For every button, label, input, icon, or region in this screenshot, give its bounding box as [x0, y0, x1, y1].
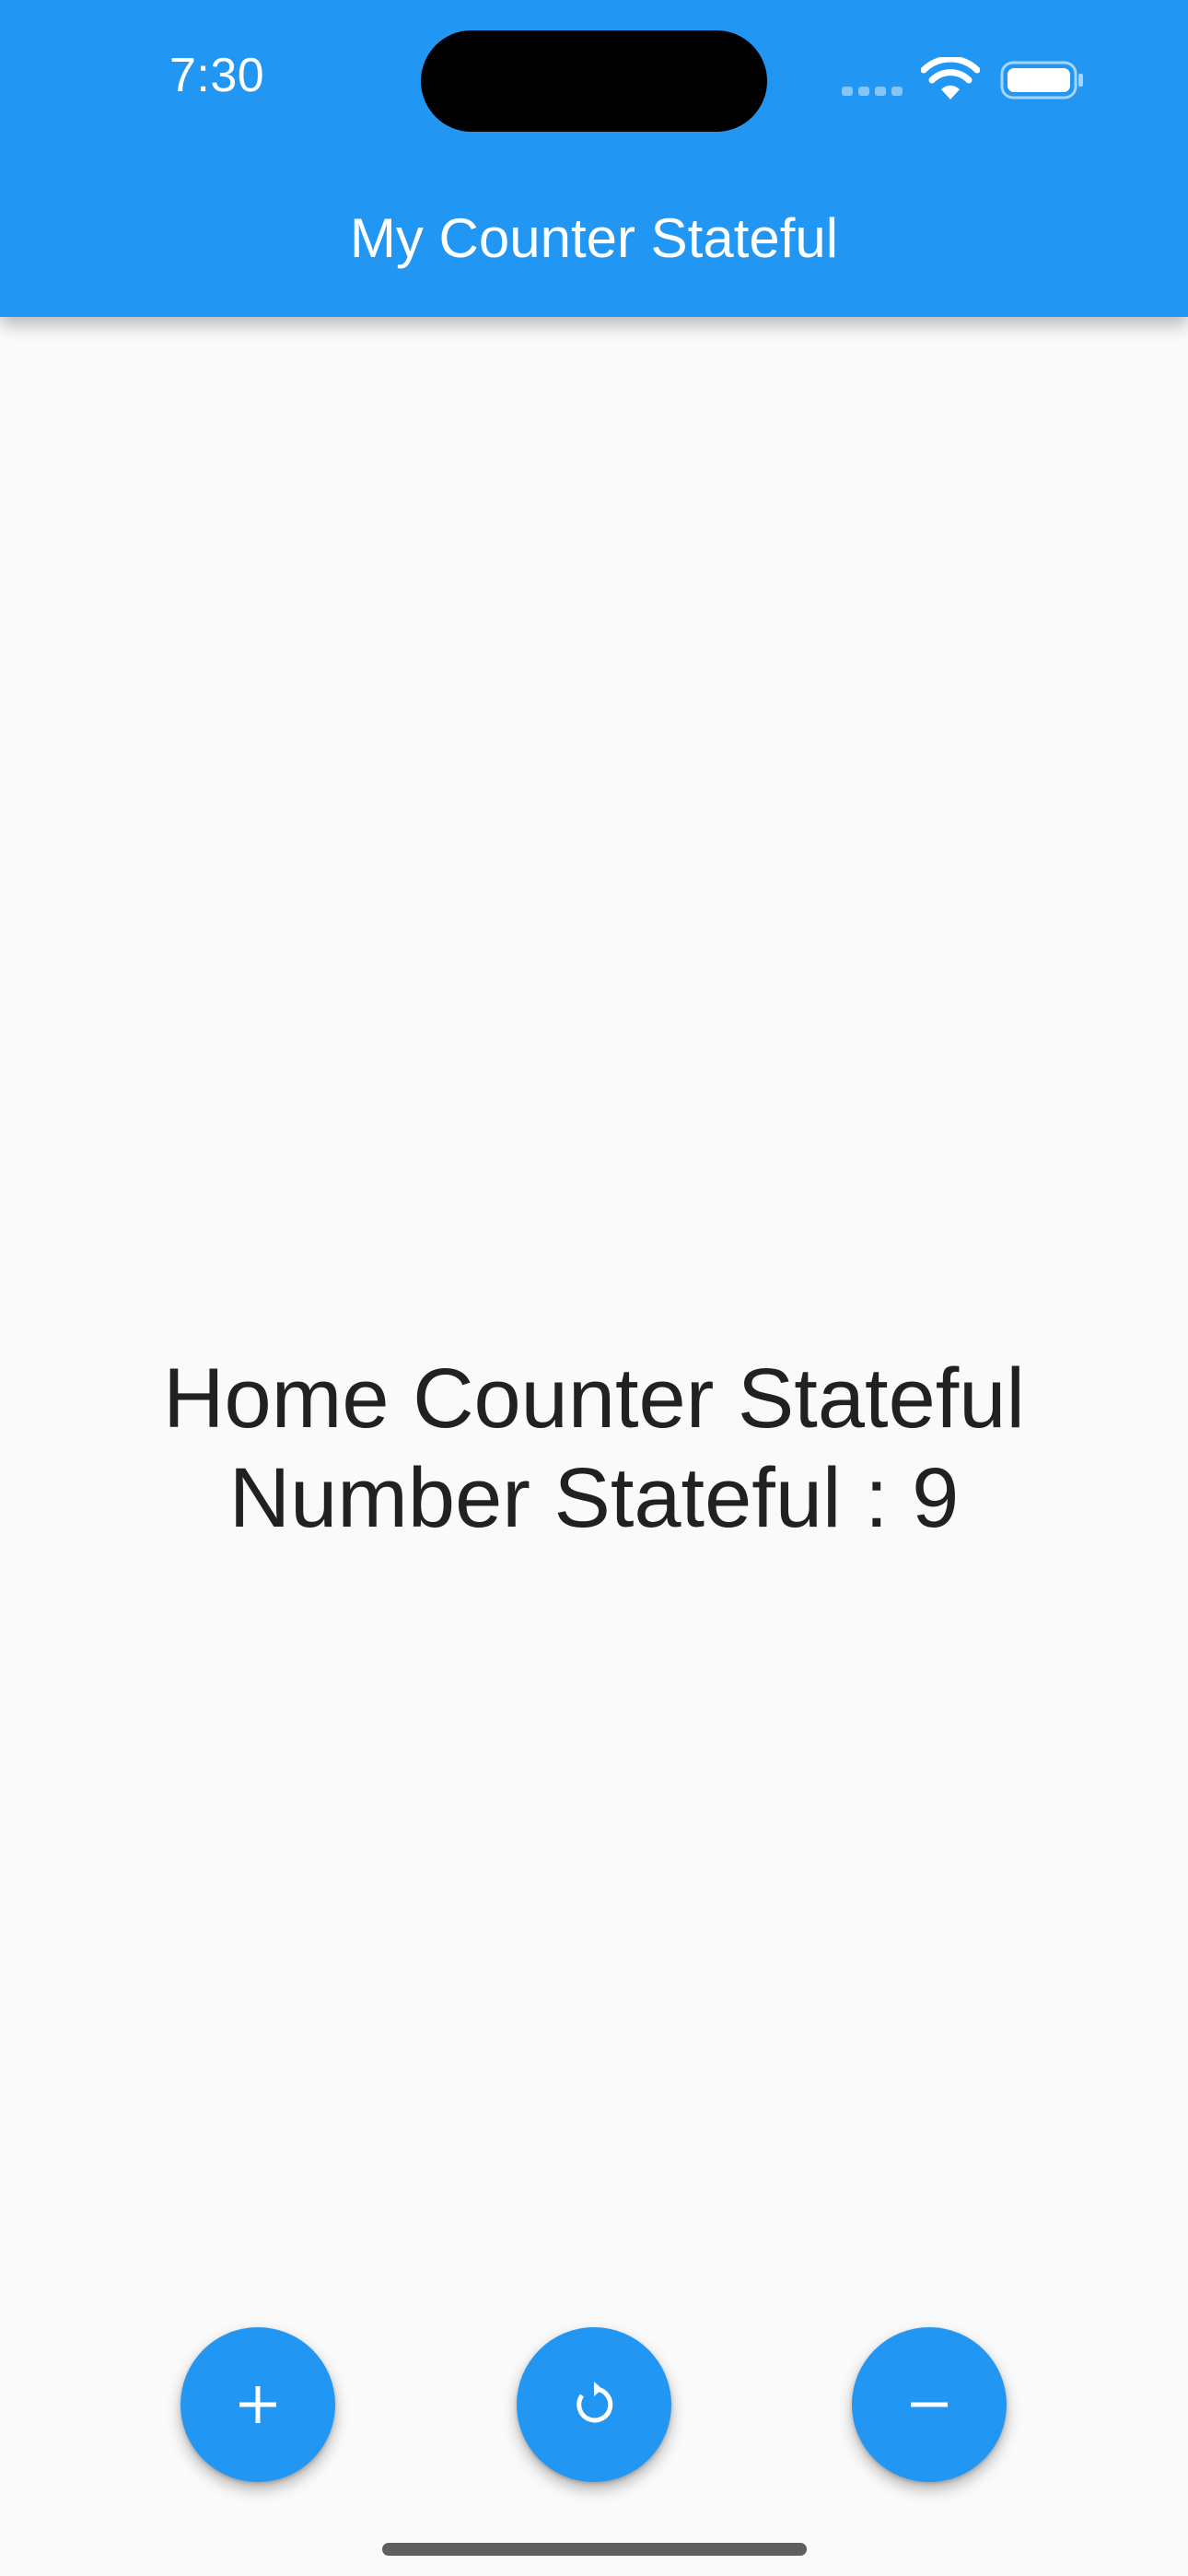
decrement-button[interactable]	[852, 2327, 1007, 2482]
dynamic-island	[421, 30, 767, 132]
remove-icon	[911, 2402, 948, 2407]
home-heading: Home Counter Stateful	[163, 1352, 1025, 1446]
status-time: 7:30	[169, 49, 265, 102]
battery-icon	[1000, 61, 1083, 100]
wifi-icon	[921, 57, 980, 100]
counter-value-label: Number Stateful : 9	[228, 1451, 960, 1545]
app-screen: 7:30 My Counter Stateful Home Counter St…	[0, 0, 1188, 2576]
reset-button[interactable]	[517, 2327, 671, 2482]
cellular-signal-icon	[842, 87, 904, 100]
counter-display: Home Counter Stateful Number Stateful : …	[0, 1349, 1188, 1548]
add-icon	[239, 2386, 276, 2423]
app-bar-title: My Counter Stateful	[349, 207, 839, 269]
app-bar: 7:30 My Counter Stateful	[0, 0, 1188, 317]
increment-button[interactable]	[181, 2327, 335, 2482]
refresh-icon	[577, 2382, 613, 2423]
home-indicator[interactable]	[382, 2543, 807, 2556]
